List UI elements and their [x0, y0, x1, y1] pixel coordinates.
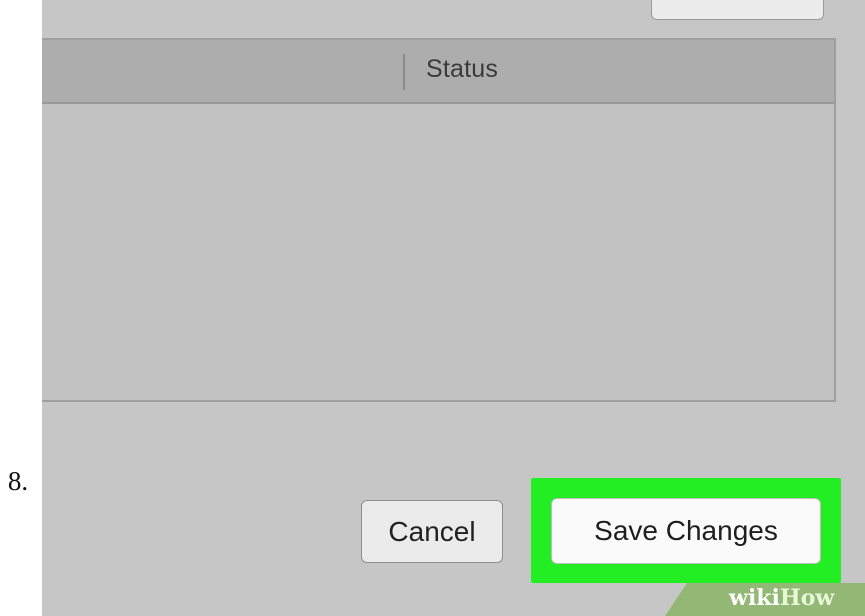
step-number: 8.	[7, 466, 29, 496]
dialog-screen: Status Cancel Save Changes	[42, 0, 865, 616]
table-header: Status	[42, 40, 834, 104]
cancel-button[interactable]: Cancel	[361, 500, 503, 563]
column-header-status[interactable]: Status	[426, 55, 498, 84]
save-changes-button[interactable]: Save Changes	[551, 498, 821, 564]
wikihow-watermark: wikiHow	[665, 583, 865, 616]
watermark-wiki: wiki	[729, 585, 780, 611]
watermark-how: How	[779, 585, 835, 611]
column-divider[interactable]	[403, 54, 405, 90]
top-button[interactable]	[651, 0, 824, 20]
status-table: Status	[42, 38, 836, 402]
